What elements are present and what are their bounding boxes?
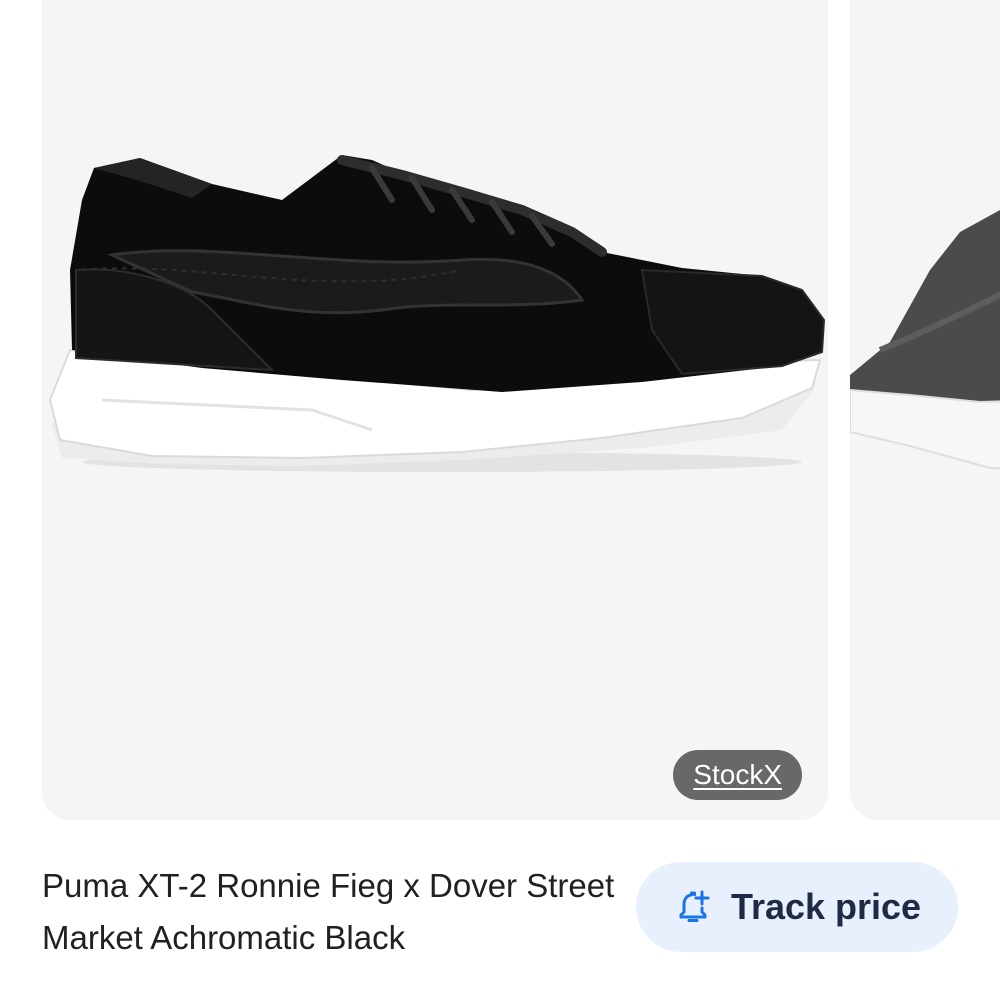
product-image[interactable] <box>42 0 828 820</box>
next-product-image-card[interactable] <box>850 0 1000 820</box>
product-title[interactable]: Puma XT-2 Ronnie Fieg x Dover Street Mar… <box>42 860 622 964</box>
product-image-card[interactable]: StockX <box>42 0 828 820</box>
source-chip-stockx[interactable]: StockX <box>673 750 802 800</box>
product-result-page: StockX Puma XT-2 Ronnie Fieg x Dover Str… <box>0 0 1000 1000</box>
next-shoe-sole <box>850 388 1000 470</box>
image-carousel[interactable]: StockX <box>0 0 1000 822</box>
bell-plus-icon <box>673 887 713 927</box>
track-price-button[interactable]: Track price <box>636 862 958 952</box>
track-price-label: Track price <box>730 886 922 927</box>
next-product-image[interactable] <box>850 0 1000 820</box>
